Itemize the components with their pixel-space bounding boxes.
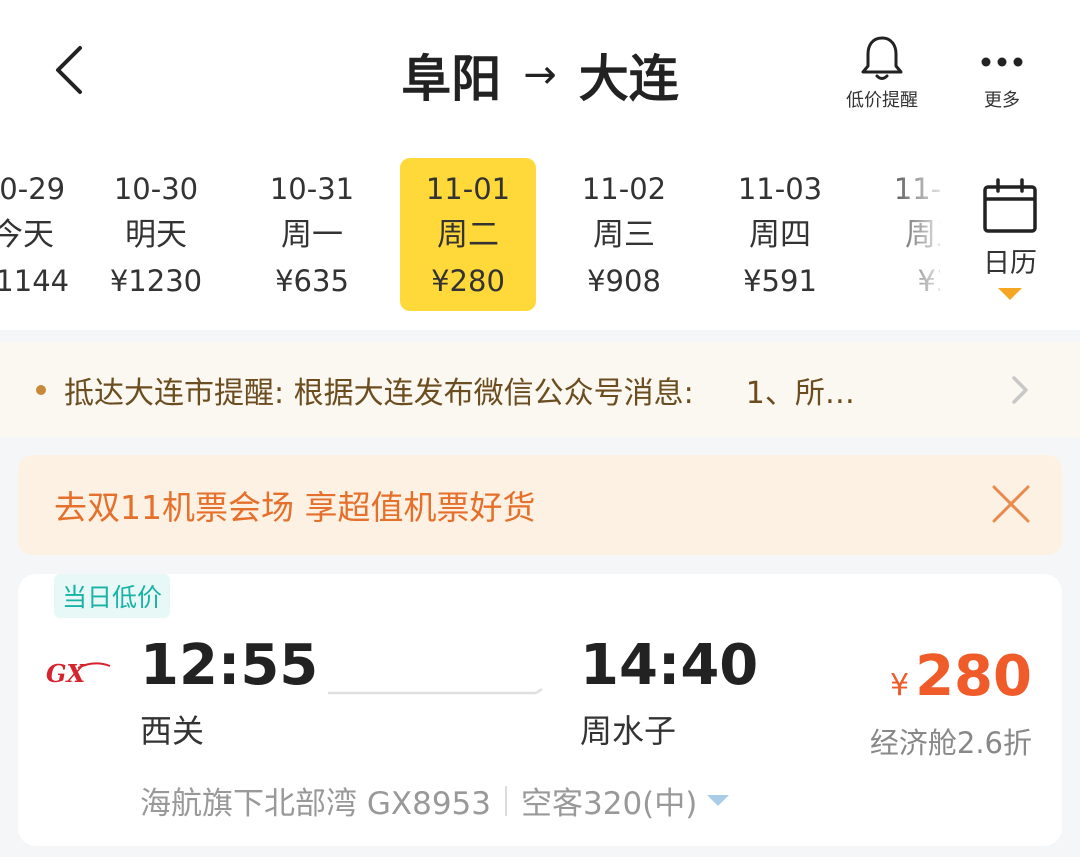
cabin-discount: 经济舱2.6折 [869, 726, 1032, 760]
date-item[interactable]: 10-29 今天 ¥1144 [0, 158, 91, 311]
more-button[interactable]: 更多 [962, 34, 1042, 112]
notice-continuation: 1、所… [745, 375, 855, 411]
weekday-label: 今天 [0, 216, 54, 253]
aircraft-type: 空客320(中) [521, 786, 698, 822]
calendar-button[interactable]: 日历 [940, 145, 1080, 330]
route-title: 阜阳 → 大连 [250, 40, 830, 110]
promo-banner[interactable]: 去双11机票会场 享超值机票好货 [18, 455, 1062, 555]
more-dots-icon [981, 57, 1023, 67]
price-alert-button[interactable]: 低价提醒 [836, 34, 928, 112]
bell-icon [861, 36, 903, 80]
date-selector: 10-29 今天 ¥1144 10-30 明天 ¥1230 10-31 周一 ¥635 11-01… [0, 145, 1080, 330]
date-price: ¥635 [275, 263, 349, 298]
svg-text:GX: GX [46, 659, 86, 688]
bullet-dot-icon [36, 384, 46, 395]
flight-price: ¥ 280 [890, 644, 1032, 709]
more-label: 更多 [984, 90, 1020, 111]
arrival-notice[interactable]: 抵达大连市提醒: 根据大连发布微信公众号消息: 1、所… [0, 342, 1080, 437]
date-item[interactable]: 11-02 周三 ¥908 [556, 158, 692, 311]
arrival-airport: 周水子 [580, 712, 677, 750]
caret-down-icon[interactable] [707, 795, 730, 806]
date-label: 11-01 [425, 171, 511, 206]
price-value: 280 [915, 644, 1032, 709]
airline-logo: GX [44, 658, 114, 690]
weekday-label: 周四 [749, 216, 811, 253]
date-price: ¥280 [431, 263, 505, 298]
close-icon[interactable] [986, 479, 1036, 529]
date-price: ¥908 [587, 263, 661, 298]
date-item[interactable]: 10-31 周一 ¥635 [244, 158, 380, 311]
date-price: ¥591 [743, 263, 817, 298]
date-item[interactable]: 11-01 周二 ¥280 [400, 158, 536, 311]
date-item[interactable]: 10-30 明天 ¥1230 [88, 158, 224, 311]
date-price: ¥1144 [0, 263, 70, 298]
flight-info-row[interactable]: 海航旗下北部湾 GX8953 空客320(中) [140, 778, 730, 823]
route-arrow: → [523, 52, 557, 98]
caret-down-icon [998, 288, 1022, 300]
flight-card[interactable]: 当日低价 GX 12:55 西关 14:40 周水子 ¥ 280 经济舱2.6折… [18, 574, 1062, 846]
divider [505, 785, 508, 816]
weekday-label: 周三 [593, 216, 655, 253]
route-line [328, 688, 543, 695]
chevron-left-icon [56, 46, 82, 94]
back-button[interactable] [46, 40, 96, 100]
date-label: 11-03 [737, 171, 823, 206]
notice-text: 抵达大连市提醒: 根据大连发布微信公众号消息: [64, 375, 694, 411]
date-item[interactable]: 11-03 周四 ¥591 [712, 158, 848, 311]
weekday-label: 周一 [281, 216, 343, 253]
price-currency: ¥ [890, 668, 910, 703]
date-label: 10-30 [113, 171, 199, 206]
departure-time: 12:55 [140, 633, 319, 698]
airline-flight-number: 海航旗下北部湾 GX8953 [140, 786, 492, 822]
date-price: ¥1230 [109, 263, 203, 298]
calendar-icon [983, 178, 1037, 233]
origin-city: 阜阳 [401, 50, 502, 108]
chevron-right-icon[interactable] [1008, 374, 1032, 406]
calendar-label: 日历 [983, 248, 1037, 279]
weekday-label: 周二 [437, 216, 499, 253]
date-label: 10-31 [269, 171, 355, 206]
promo-text: 去双11机票会场 享超值机票好货 [54, 488, 536, 527]
lowest-price-tag: 当日低价 [54, 574, 171, 618]
price-alert-label: 低价提醒 [846, 90, 918, 111]
departure-airport: 西关 [140, 712, 205, 750]
weekday-label: 明天 [125, 216, 187, 253]
date-label: 11-02 [581, 171, 667, 206]
destination-city: 大连 [578, 50, 679, 108]
date-label: 10-29 [0, 171, 66, 206]
arrival-time: 14:40 [580, 633, 759, 698]
